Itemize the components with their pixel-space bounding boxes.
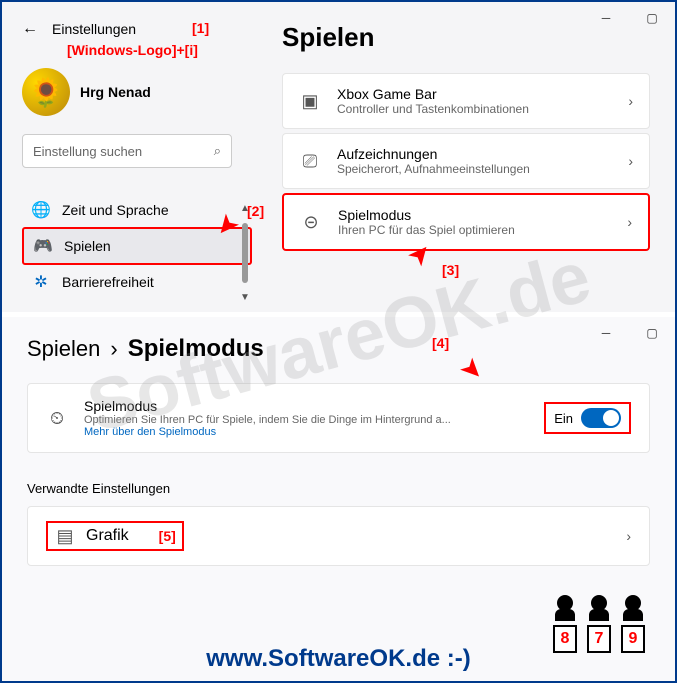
- capture-icon: ⎚: [299, 150, 321, 172]
- card-game-mode[interactable]: ⊝ Spielmodus Ihren PC für das Spiel opti…: [282, 193, 650, 251]
- graphics-label: Grafik: [86, 527, 129, 545]
- breadcrumb-separator: ›: [110, 336, 117, 362]
- user-profile[interactable]: 🌻 Hrg Nenad: [22, 68, 252, 116]
- gamemode-window: ─ ▢ Spielen › Spielmodus [4] ➤ ⏲ Spielmo…: [2, 317, 675, 681]
- score-card: 7: [587, 625, 611, 653]
- main-panel: Spielen ▣ Xbox Game Bar Controller und T…: [262, 2, 675, 312]
- settings-window: ─ ▢ ← Einstellungen [1] [Windows-Logo]+[…: [2, 2, 675, 312]
- chevron-right-icon: ›: [628, 93, 633, 109]
- card-title: Xbox Game Bar: [337, 86, 612, 102]
- nav-label: Spielen: [64, 238, 111, 254]
- search-input[interactable]: Einstellung suchen ⌕: [22, 134, 232, 168]
- card-captures[interactable]: ⎚ Aufzeichnungen Speicherort, Aufnahmeei…: [282, 133, 650, 189]
- annotation-3: [3]: [442, 262, 459, 278]
- globe-icon: 🌐: [32, 201, 50, 219]
- related-settings-heading: Verwandte Einstellungen: [27, 481, 650, 496]
- learn-more-link[interactable]: Mehr über den Spielmodus: [84, 426, 528, 438]
- card-graphics[interactable]: ▤ Grafik [5] ›: [27, 506, 650, 566]
- page-title: Spielen: [282, 22, 650, 53]
- chevron-right-icon: ›: [626, 528, 631, 544]
- nav-label: Zeit und Sprache: [62, 202, 169, 218]
- sidebar: ← Einstellungen [1] [Windows-Logo]+[i] 🌻…: [2, 2, 262, 312]
- username: Hrg Nenad: [80, 84, 151, 100]
- settings-label: Einstellungen: [52, 21, 136, 37]
- annotation-hotkey: [Windows-Logo]+[i]: [67, 42, 198, 58]
- annotation-1: [1]: [192, 20, 209, 36]
- scroll-down-icon: ▼: [240, 292, 250, 303]
- annotation-4: [4]: [432, 335, 449, 351]
- card-title: Spielmodus: [84, 398, 528, 414]
- accessibility-icon: ✲: [32, 273, 50, 291]
- speedometer-icon: ⏲: [46, 407, 68, 429]
- titlebar: ─ ▢: [583, 317, 675, 349]
- breadcrumb: Spielen › Spielmodus: [27, 335, 650, 363]
- score-card: 9: [621, 625, 645, 653]
- nav-label: Barrierefreiheit: [62, 274, 154, 290]
- breadcrumb-current: Spielmodus: [128, 335, 264, 363]
- breadcrumb-parent[interactable]: Spielen: [27, 336, 100, 362]
- card-subtitle: Controller und Tastenkombinationen: [337, 102, 612, 116]
- scroll-thumb[interactable]: [242, 223, 248, 283]
- judges-illustration: 8 7 9: [553, 595, 645, 653]
- maximize-button[interactable]: ▢: [629, 317, 675, 349]
- score-card: 8: [553, 625, 577, 653]
- footer-url: www.SoftwareOK.de :-): [206, 645, 470, 673]
- graphics-icon: ▤: [54, 525, 76, 547]
- chevron-right-icon: ›: [628, 153, 633, 169]
- search-placeholder: Einstellung suchen: [33, 144, 142, 159]
- back-button[interactable]: ←: [22, 20, 38, 38]
- gamemode-icon: ⊝: [300, 211, 322, 233]
- toggle-label: Ein: [554, 411, 573, 426]
- card-xbox-game-bar[interactable]: ▣ Xbox Game Bar Controller und Tastenkom…: [282, 73, 650, 129]
- xbox-icon: ▣: [299, 90, 321, 112]
- gamepad-icon: 🎮: [34, 237, 52, 255]
- card-title: Spielmodus: [338, 207, 611, 223]
- card-title: Aufzeichnungen: [337, 146, 612, 162]
- annotation-5: [5]: [159, 528, 176, 544]
- search-icon: ⌕: [214, 143, 221, 159]
- card-subtitle: Ihren PC für das Spiel optimieren: [338, 223, 611, 237]
- gamemode-toggle[interactable]: [581, 408, 621, 428]
- chevron-right-icon: ›: [627, 214, 632, 230]
- card-subtitle: Speicherort, Aufnahmeeinstellungen: [337, 162, 612, 176]
- card-subtitle: Optimieren Sie Ihren PC für Spiele, inde…: [84, 414, 528, 426]
- card-gamemode-toggle: ⏲ Spielmodus Optimieren Sie Ihren PC für…: [27, 383, 650, 453]
- avatar: 🌻: [22, 68, 70, 116]
- sidebar-item-gaming[interactable]: 🎮 Spielen: [22, 227, 252, 265]
- minimize-button[interactable]: ─: [583, 317, 629, 349]
- sidebar-item-accessibility[interactable]: ✲ Barrierefreiheit: [22, 265, 252, 299]
